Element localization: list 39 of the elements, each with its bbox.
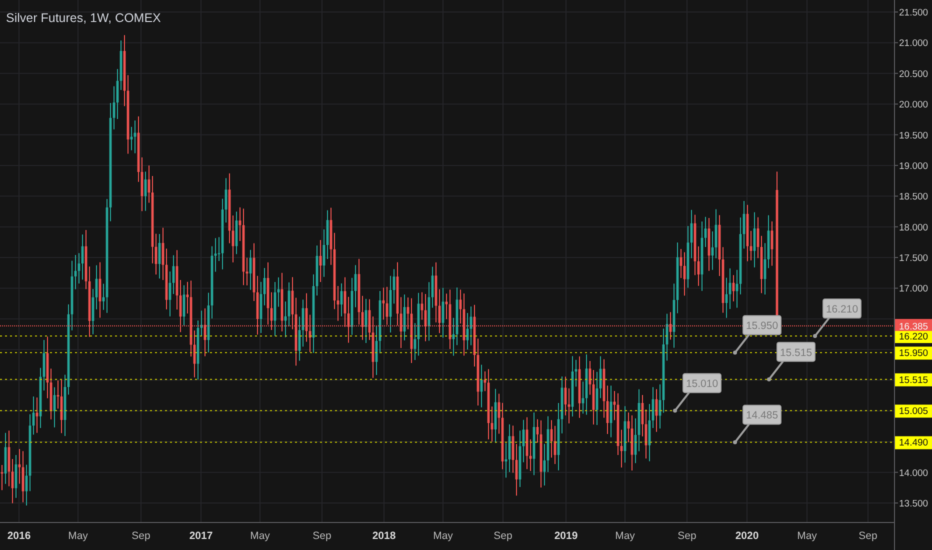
time-axis-label: May: [68, 530, 88, 542]
time-axis-label: Sep: [678, 530, 696, 542]
price-axis-label: 17.500: [899, 253, 928, 264]
price-callout[interactable]: 16.210: [813, 298, 862, 338]
time-axis-label: May: [250, 530, 270, 542]
time-axis-label: Sep: [858, 530, 878, 542]
price-level-tag: 16.220: [895, 330, 932, 344]
time-axis-label: 2017: [189, 530, 213, 542]
price-axis-label: 20.500: [899, 68, 928, 80]
time-axis-label: Sep: [494, 530, 512, 542]
price-axis-label: 20.000: [899, 100, 928, 111]
time-axis-label: May: [433, 530, 453, 542]
price-level-tag: 15.515: [895, 373, 932, 386]
price-level-tag: 15.005: [895, 404, 932, 418]
time-axis-label: May: [615, 530, 635, 542]
price-axis-label: 21.500: [899, 8, 928, 18]
price-callout[interactable]: 15.515: [767, 342, 816, 382]
price-callout[interactable]: 14.485: [733, 404, 782, 444]
price-level-tag: 14.490: [895, 436, 932, 450]
price-level-tag: 15.950: [895, 346, 932, 360]
price-axis-label: 21.000: [899, 38, 928, 50]
price-axis-label: 19.500: [899, 130, 928, 142]
price-axis-label: 18.000: [899, 222, 928, 234]
last-price-tag: 16.385: [895, 318, 932, 332]
price-callout[interactable]: 15.010: [673, 373, 722, 413]
time-axis-label: 2018: [372, 530, 396, 542]
price-axis-label: 14.000: [899, 468, 928, 479]
price-callout[interactable]: 15.950: [733, 315, 782, 355]
time-axis-label: 2020: [735, 530, 759, 542]
price-axis-label: 19.000: [899, 160, 928, 172]
time-axis-label: May: [797, 530, 817, 542]
chart-title: Silver Futures, 1W, COMEX: [6, 11, 161, 25]
price-axis-label: 17.000: [899, 284, 928, 295]
time-axis-label: 2016: [7, 530, 31, 542]
price-axis-label: 13.500: [899, 498, 928, 510]
time-axis-label: Sep: [132, 530, 150, 542]
price-axis-label: 18.500: [899, 192, 928, 203]
time-axis-label: Sep: [312, 530, 332, 542]
time-axis-label: 2019: [554, 530, 578, 542]
